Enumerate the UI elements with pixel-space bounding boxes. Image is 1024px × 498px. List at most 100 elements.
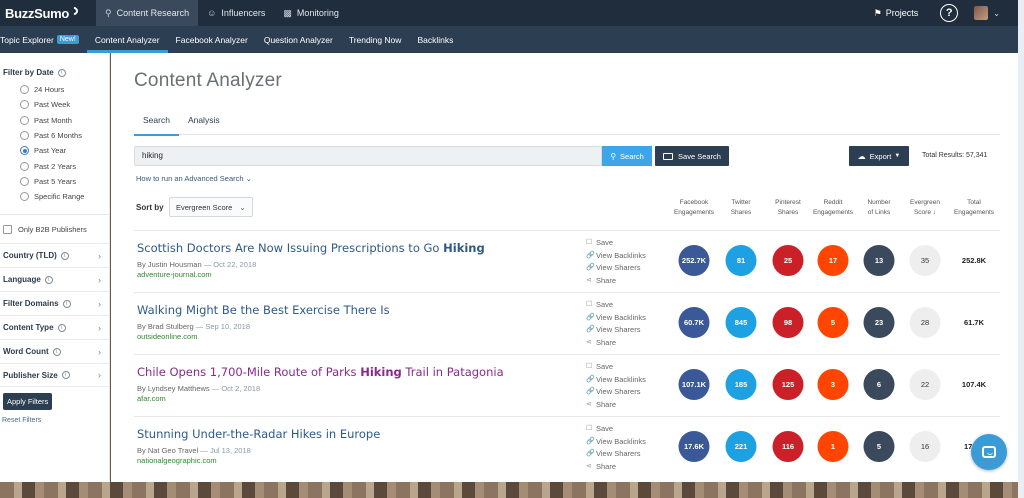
filter-language[interactable]: Language i › (0, 267, 109, 291)
result-title-link[interactable]: Scottish Doctors Are Now Issuing Prescri… (137, 241, 485, 255)
info-icon[interactable]: i (62, 299, 71, 308)
reddit-metric-badge[interactable]: 1 (817, 431, 849, 462)
action-share[interactable]: ⋖ Share (586, 337, 646, 350)
radio-button[interactable] (20, 176, 29, 186)
date-option-past-5-years[interactable]: Past 5 Years (0, 174, 109, 189)
evergreen-metric-badge[interactable]: 22 (909, 369, 941, 400)
action-share[interactable]: ⋖ Share (586, 461, 646, 474)
column-header[interactable]: Reddit Engagements (813, 198, 853, 218)
reddit-metric-badge[interactable]: 3 (817, 369, 849, 400)
action-save[interactable]: ☐ Save (586, 361, 646, 374)
result-domain[interactable]: nationalgeographic.com (137, 456, 217, 465)
filter-word-count[interactable]: Word Count i › (0, 339, 109, 363)
author[interactable]: By Justin Housman (137, 260, 202, 269)
evergreen-metric-badge[interactable]: 28 (909, 307, 941, 338)
subnav-content-analyzer[interactable]: Content Analyzer (86, 26, 168, 53)
subnav-trending-now[interactable]: Trending Now (341, 26, 410, 53)
result-title-link[interactable]: Chile Opens 1,700-Mile Route of Parks Hi… (137, 365, 504, 379)
help-icon[interactable]: ? (940, 4, 959, 22)
tab-search[interactable]: Search (134, 113, 179, 136)
column-header[interactable]: Pinterest Shares (775, 198, 801, 218)
date-option-past-month[interactable]: Past Month (0, 113, 109, 128)
subnav-question-analyzer[interactable]: Question Analyzer (256, 26, 341, 53)
info-icon[interactable]: i (44, 275, 53, 284)
action-view-backlinks[interactable]: 🔗 View Backlinks (586, 250, 646, 263)
result-domain[interactable]: adventure-journal.com (137, 270, 212, 279)
radio-button[interactable] (20, 161, 29, 171)
export-button[interactable]: ☁ Export ▼ (849, 146, 909, 166)
radio-button-selected[interactable] (20, 146, 29, 156)
links-metric-badge[interactable]: 13 (863, 245, 895, 276)
date-option-past-2-years[interactable]: Past 2 Years (0, 158, 109, 173)
sort-select[interactable]: Evergreen Score ⌄ (169, 197, 253, 217)
action-view-sharers[interactable]: 🔗 View Sharers (586, 324, 646, 337)
search-input[interactable]: hiking (134, 146, 602, 166)
info-icon[interactable]: i (61, 371, 70, 380)
reddit-metric-badge[interactable]: 5 (817, 307, 849, 338)
radio-button[interactable] (20, 115, 29, 125)
action-view-backlinks[interactable]: 🔗 View Backlinks (586, 374, 646, 387)
chevron-down-icon[interactable]: ⌄ (993, 9, 1000, 18)
pinterest-metric-badge[interactable]: 116 (772, 431, 804, 462)
facebook-metric-badge[interactable]: 107.1K (678, 369, 710, 400)
column-header[interactable]: Twitter Shares (731, 198, 752, 218)
column-header[interactable]: Evergreen Score ↓ (910, 198, 940, 218)
save-search-button[interactable]: Save Search (655, 146, 729, 166)
date-option-specific-range[interactable]: Specific Range (0, 189, 109, 204)
twitter-metric-badge[interactable]: 81 (725, 245, 757, 276)
action-save[interactable]: ☐ Save (586, 299, 646, 312)
b2b-publishers-checkbox[interactable]: Only B2B Publishers (0, 215, 109, 243)
action-save[interactable]: ☐ Save (586, 423, 646, 436)
radio-button[interactable] (20, 100, 29, 110)
facebook-metric-badge[interactable]: 252.7K (678, 245, 710, 276)
pinterest-metric-badge[interactable]: 125 (772, 369, 804, 400)
date-option-past-6-months[interactable]: Past 6 Months (0, 128, 109, 143)
radio-button[interactable] (20, 131, 29, 141)
action-view-backlinks[interactable]: 🔗 View Backlinks (586, 436, 646, 449)
pinterest-metric-badge[interactable]: 98 (772, 307, 804, 338)
facebook-metric-badge[interactable]: 17.6K (678, 431, 710, 462)
checkbox[interactable] (3, 225, 12, 235)
reset-filters-link[interactable]: Reset Filters (0, 410, 109, 424)
date-option-past-week[interactable]: Past Week (0, 97, 109, 112)
twitter-metric-badge[interactable]: 845 (725, 307, 757, 338)
filter-content-type[interactable]: Content Type i › (0, 315, 109, 339)
author[interactable]: By Lyndsey Matthews (137, 384, 210, 393)
apply-filters-button[interactable]: Apply Filters (3, 393, 53, 411)
reddit-metric-badge[interactable]: 17 (817, 245, 849, 276)
info-icon[interactable]: i (60, 251, 69, 260)
radio-button[interactable] (20, 192, 29, 202)
tab-analysis[interactable]: Analysis (179, 113, 229, 135)
info-icon[interactable]: i (57, 68, 66, 77)
action-view-sharers[interactable]: 🔗 View Sharers (586, 448, 646, 461)
column-header[interactable]: Total Engagements (954, 198, 994, 218)
filter-country-tld[interactable]: Country (TLD) i › (0, 243, 109, 267)
column-header[interactable]: Facebook Engagements (674, 198, 714, 218)
action-view-sharers[interactable]: 🔗 View Sharers (586, 262, 646, 275)
nav-tab-monitoring[interactable]: ▩ Monitoring (274, 0, 348, 26)
avatar[interactable] (974, 6, 989, 20)
date-option-past-year[interactable]: Past Year (0, 143, 109, 158)
links-metric-badge[interactable]: 5 (863, 431, 895, 462)
action-view-sharers[interactable]: 🔗 View Sharers (586, 386, 646, 399)
filter-publisher-size[interactable]: Publisher Size i › (0, 363, 109, 388)
author[interactable]: By Brad Stulberg (137, 322, 194, 331)
pinterest-metric-badge[interactable]: 25 (772, 245, 804, 276)
nav-tab-influencers[interactable]: ☺ Influencers (198, 0, 274, 26)
chat-button[interactable] (971, 434, 1007, 470)
radio-button[interactable] (20, 85, 29, 95)
projects-link[interactable]: ⚑ Projects (874, 8, 919, 19)
result-domain[interactable]: outsideonline.com (137, 332, 197, 341)
buzzsumo-logo[interactable]: BuzzSumo (0, 0, 96, 26)
links-metric-badge[interactable]: 6 (863, 369, 895, 400)
info-icon[interactable]: i (57, 323, 66, 332)
subnav-backlinks[interactable]: Backlinks (409, 26, 461, 53)
nav-tab-content-research[interactable]: ⚲ Content Research (96, 0, 199, 26)
links-metric-badge[interactable]: 23 (863, 307, 895, 338)
date-option-24-hours[interactable]: 24 Hours (0, 82, 109, 97)
advanced-search-link[interactable]: How to run an Advanced Search ⌄ (136, 174, 252, 183)
column-header[interactable]: Number of Links (867, 198, 890, 218)
facebook-metric-badge[interactable]: 60.7K (678, 307, 710, 338)
action-share[interactable]: ⋖ Share (586, 275, 646, 288)
result-title-link[interactable]: Stunning Under-the-Radar Hikes in Europe (137, 427, 380, 441)
